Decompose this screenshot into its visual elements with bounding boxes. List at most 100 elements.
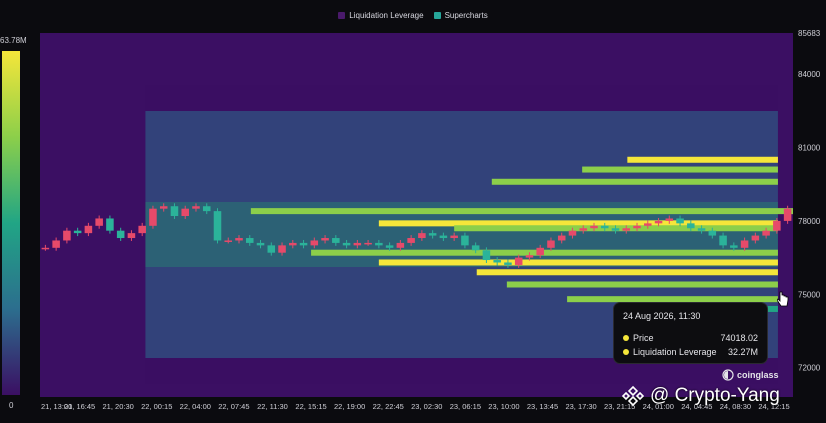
candle-body <box>138 225 146 234</box>
x-tick-label: 23, 10:00 <box>488 402 519 411</box>
x-tick-label: 23, 17:30 <box>565 402 596 411</box>
watermark-text: coinglass <box>737 370 779 380</box>
heatmap-cell <box>145 85 778 98</box>
candle-body <box>471 245 480 251</box>
y-tick-label: 84000 <box>798 70 821 79</box>
legend-label: Liquidation Leverage <box>349 11 424 20</box>
candle-body <box>783 208 792 221</box>
candle-body <box>267 245 276 253</box>
tooltip-row-leverage: Liquidation Leverage 32.27M <box>623 347 758 357</box>
liquidation-band <box>627 156 778 163</box>
tooltip-price-value: 74018.02 <box>720 333 758 343</box>
liquidation-band <box>506 281 778 288</box>
candle-body <box>202 206 211 212</box>
binance-logo-icon <box>622 385 644 407</box>
x-tick-label: 22, 11:30 <box>257 402 288 411</box>
liquidation-band <box>311 249 778 256</box>
candle-body <box>385 245 394 248</box>
candle-body <box>353 242 362 246</box>
liquidation-band <box>491 178 778 185</box>
candle-body <box>149 208 157 226</box>
leverage-dot-icon <box>623 349 629 355</box>
candle-body <box>396 242 405 248</box>
candle-body <box>536 247 544 256</box>
candle-body <box>95 218 103 226</box>
x-tick-label: 23, 13:45 <box>527 402 558 411</box>
candle-body <box>342 242 351 246</box>
x-tick-label: 22, 04:00 <box>180 402 211 411</box>
liquidation-band <box>582 166 778 173</box>
candle-body <box>321 238 329 241</box>
y-tick-label: 85683 <box>798 29 821 38</box>
y-tick-label: 72000 <box>798 364 821 373</box>
candle-body <box>740 240 749 248</box>
candle-body <box>751 235 760 241</box>
candle-body <box>418 233 426 239</box>
x-tick-label: 23, 06:15 <box>450 402 481 411</box>
candle-body <box>170 206 179 217</box>
candle-body <box>63 230 71 241</box>
candle-body <box>590 225 598 229</box>
candle-body <box>52 240 60 248</box>
candle-body <box>245 238 254 243</box>
liquidation-band <box>250 208 794 215</box>
heatmap-cell <box>145 124 778 137</box>
candle-body <box>428 233 437 236</box>
candle-body <box>73 230 82 234</box>
candle-body <box>557 235 566 241</box>
candle-body <box>310 240 319 246</box>
tooltip-date: 24 Aug 2026, 11:30 <box>623 311 701 321</box>
candle-body <box>719 235 727 246</box>
candle-body <box>439 235 448 239</box>
x-tick-label: 22, 07:45 <box>218 402 249 411</box>
candle-body <box>461 235 469 246</box>
y-tick-label: 78000 <box>798 217 821 226</box>
candle-body <box>256 242 265 246</box>
candle-body <box>730 245 738 248</box>
candle-body <box>106 218 114 231</box>
candle-body <box>127 233 136 239</box>
coinglass-watermark: coinglass <box>722 369 779 381</box>
candle-body <box>41 247 50 250</box>
candle-body <box>579 228 588 231</box>
candle-body <box>611 228 620 231</box>
candle-body <box>600 225 609 229</box>
author-credit: @ Crypto-Yang <box>622 385 780 407</box>
legend-swatch <box>433 12 441 19</box>
candle-body <box>159 206 168 209</box>
x-tick-label: 22, 00:15 <box>141 402 172 411</box>
x-tick-label: 21, 16:45 <box>64 402 95 411</box>
candle-body <box>622 228 631 231</box>
candle-body <box>192 206 200 209</box>
candle-body <box>514 257 523 265</box>
coinglass-logo-icon <box>722 369 734 381</box>
heatmap-cell <box>145 189 778 202</box>
candle-body <box>364 242 372 245</box>
heatmap-cell <box>145 137 778 150</box>
candle-body <box>375 242 383 246</box>
tooltip-price-label: Price <box>633 333 654 343</box>
candle-body <box>654 220 663 224</box>
candle-body <box>289 242 297 246</box>
candle-body <box>482 250 491 261</box>
candle-body <box>644 223 652 226</box>
candle-body <box>224 240 233 242</box>
candle-body <box>568 230 577 236</box>
candle-body <box>332 238 340 243</box>
candle-body <box>762 230 770 236</box>
candle-body <box>525 255 534 258</box>
pointer-hand-icon <box>777 291 789 307</box>
candle-body <box>450 235 458 239</box>
tooltip-row-price: Price 74018.02 <box>623 333 758 343</box>
x-tick-label: 23, 02:30 <box>411 402 442 411</box>
candle-body <box>697 228 706 231</box>
y-axis: 85683 72000 75000 78000 81000 84000 <box>798 29 821 373</box>
candle-body <box>407 238 415 243</box>
candle-body <box>213 211 222 241</box>
colorbar-min-label: 0 <box>9 401 14 410</box>
legend-label: Supercharts <box>444 11 488 20</box>
legend-item-supercharts[interactable]: Supercharts <box>433 11 488 20</box>
heatmap-cell <box>145 98 778 111</box>
legend-item-liquidation-leverage[interactable]: Liquidation Leverage <box>338 11 424 20</box>
colorbar-max-label: 63.78M <box>0 36 27 45</box>
